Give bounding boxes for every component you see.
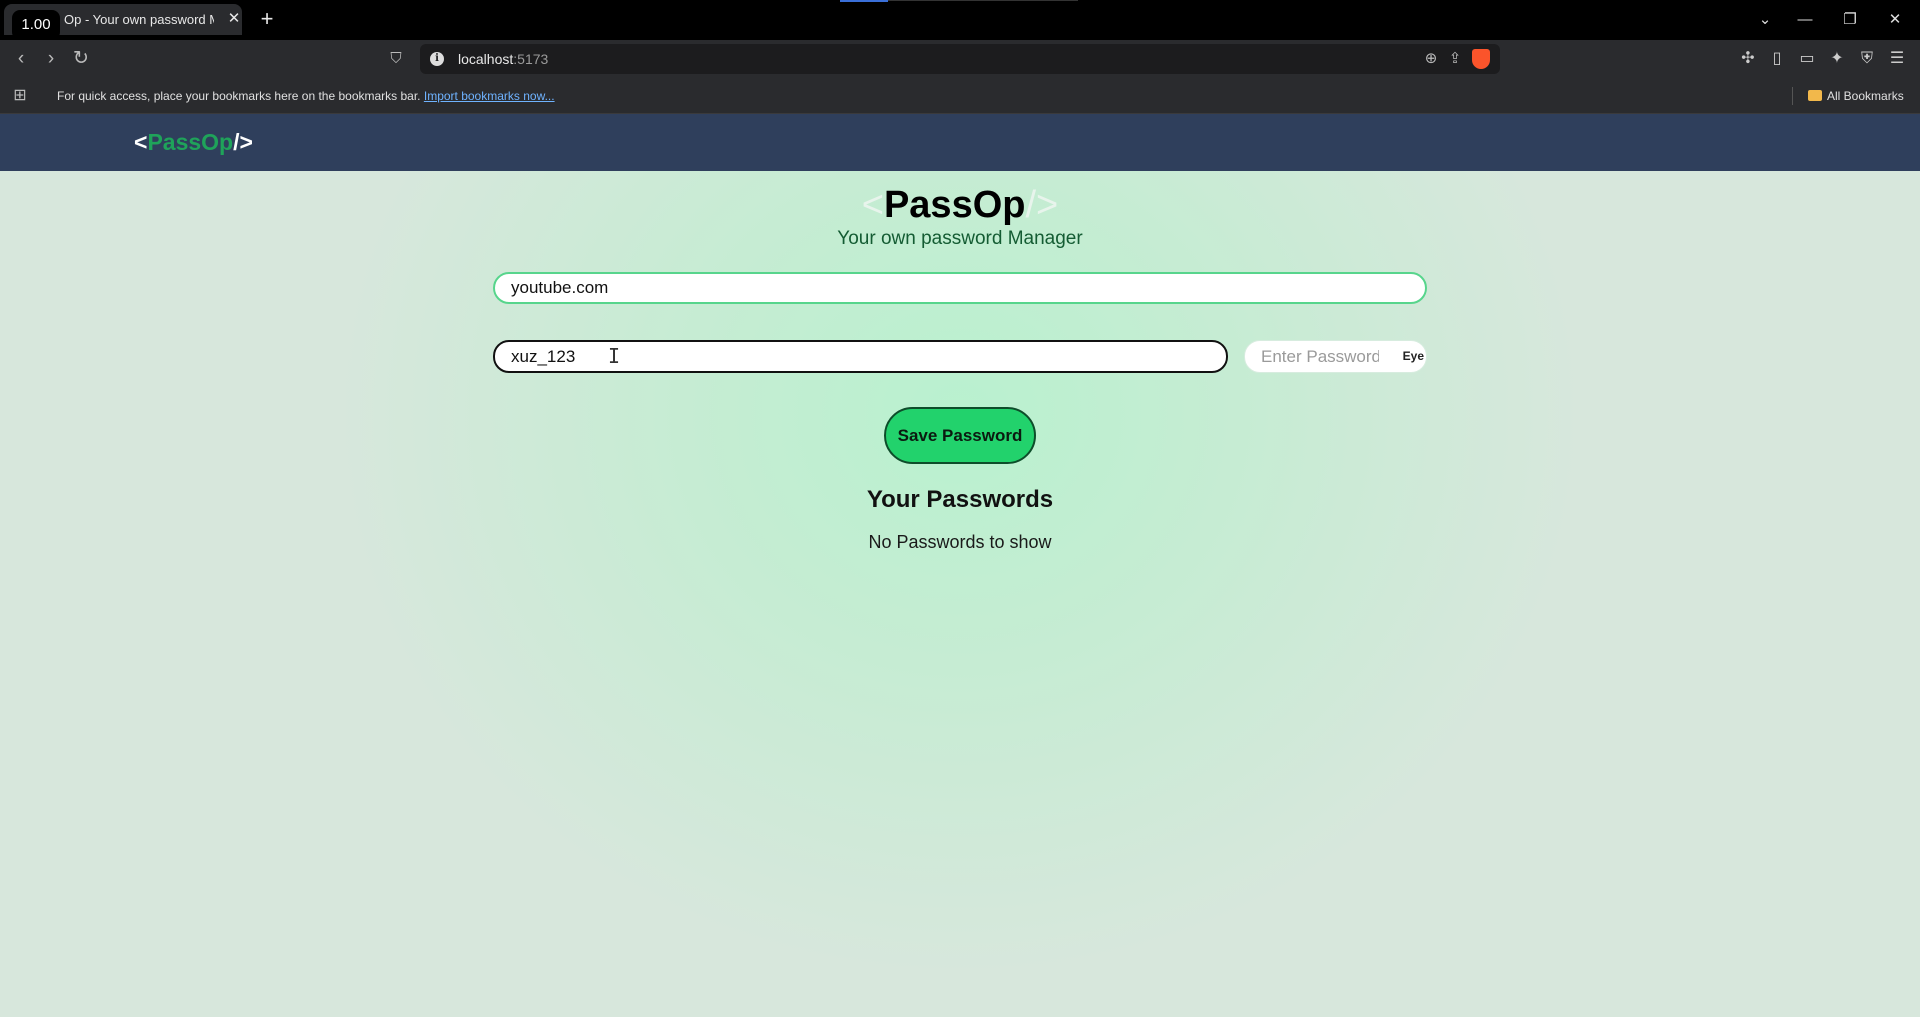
website-url-input[interactable] bbox=[493, 272, 1427, 304]
bookmarks-prompt: For quick access, place your bookmarks h… bbox=[57, 89, 555, 103]
back-icon[interactable]: ‹ bbox=[6, 44, 36, 74]
show-password-toggle[interactable]: Eye bbox=[1403, 341, 1424, 372]
minimize-icon[interactable]: — bbox=[1790, 6, 1820, 34]
bookmarks-divider bbox=[1792, 87, 1793, 105]
text-cursor-icon: I bbox=[608, 344, 621, 368]
all-bookmarks-button[interactable]: All Bookmarks bbox=[1808, 78, 1904, 114]
username-input[interactable] bbox=[493, 340, 1228, 373]
brave-shields-icon[interactable] bbox=[1472, 49, 1490, 69]
vpn-icon[interactable]: ⛨ bbox=[1856, 48, 1878, 70]
tab-drag-indicator bbox=[840, 0, 888, 2]
extensions-icon[interactable]: ✣ bbox=[1737, 48, 1759, 70]
apps-grid-icon[interactable]: ⊞ bbox=[10, 86, 30, 106]
page-title: <PassOp/> bbox=[861, 184, 1059, 226]
zoom-icon[interactable]: ⊕ bbox=[1420, 48, 1442, 70]
browser-toolbar: ‹ › ↻ ⛉ i localhost:5173 ⊕ ⇪ ✣ ▯ ▭ ✦ ⛨ ☰ bbox=[0, 40, 1920, 78]
share-icon[interactable]: ⇪ bbox=[1444, 48, 1466, 70]
folder-icon bbox=[1808, 90, 1822, 101]
leo-ai-icon[interactable]: ✦ bbox=[1826, 48, 1848, 70]
wallet-icon[interactable]: ▭ bbox=[1796, 48, 1818, 70]
page-subtitle: Your own password Manager bbox=[837, 228, 1083, 249]
reload-icon[interactable]: ↻ bbox=[66, 44, 96, 74]
import-bookmarks-link[interactable]: Import bookmarks now... bbox=[424, 89, 555, 103]
password-input[interactable] bbox=[1245, 341, 1395, 372]
browser-tab-strip: Op - Your own password Ma ✕ 1.00 + ⌄ — ❐… bbox=[0, 0, 1920, 40]
close-window-icon[interactable]: ✕ bbox=[1880, 6, 1910, 34]
tab-strip-line bbox=[888, 0, 1078, 1]
save-password-button[interactable]: Save Password bbox=[884, 407, 1036, 464]
forward-icon[interactable]: › bbox=[36, 44, 66, 74]
tab-search-icon[interactable]: ⌄ bbox=[1750, 6, 1780, 34]
url-text[interactable]: localhost:5173 bbox=[458, 44, 548, 74]
page-content: <PassOp/> <PassOp/> Your own password Ma… bbox=[0, 114, 1920, 1017]
address-bar[interactable]: i localhost:5173 ⊕ ⇪ bbox=[420, 44, 1500, 74]
menu-icon[interactable]: ☰ bbox=[1886, 48, 1908, 70]
sidebar-icon[interactable]: ▯ bbox=[1766, 48, 1788, 70]
app-navbar: <PassOp/> bbox=[0, 114, 1920, 171]
new-tab-button[interactable]: + bbox=[254, 6, 280, 32]
zoom-level-badge: 1.00 bbox=[12, 10, 60, 40]
navbar-logo[interactable]: <PassOp/> bbox=[134, 114, 253, 171]
restore-icon[interactable]: ❐ bbox=[1835, 6, 1865, 34]
bookmark-icon[interactable]: ⛉ bbox=[381, 44, 411, 74]
tab-title: Op - Your own password Ma bbox=[64, 12, 214, 27]
tab-close-icon[interactable]: ✕ bbox=[224, 9, 244, 29]
password-field-container: Eye bbox=[1244, 340, 1427, 373]
passwords-heading: Your Passwords bbox=[866, 486, 1054, 513]
empty-passwords-message: No Passwords to show bbox=[868, 532, 1052, 552]
bookmarks-bar: ⊞ For quick access, place your bookmarks… bbox=[0, 78, 1920, 114]
site-info-icon[interactable]: i bbox=[430, 52, 444, 66]
